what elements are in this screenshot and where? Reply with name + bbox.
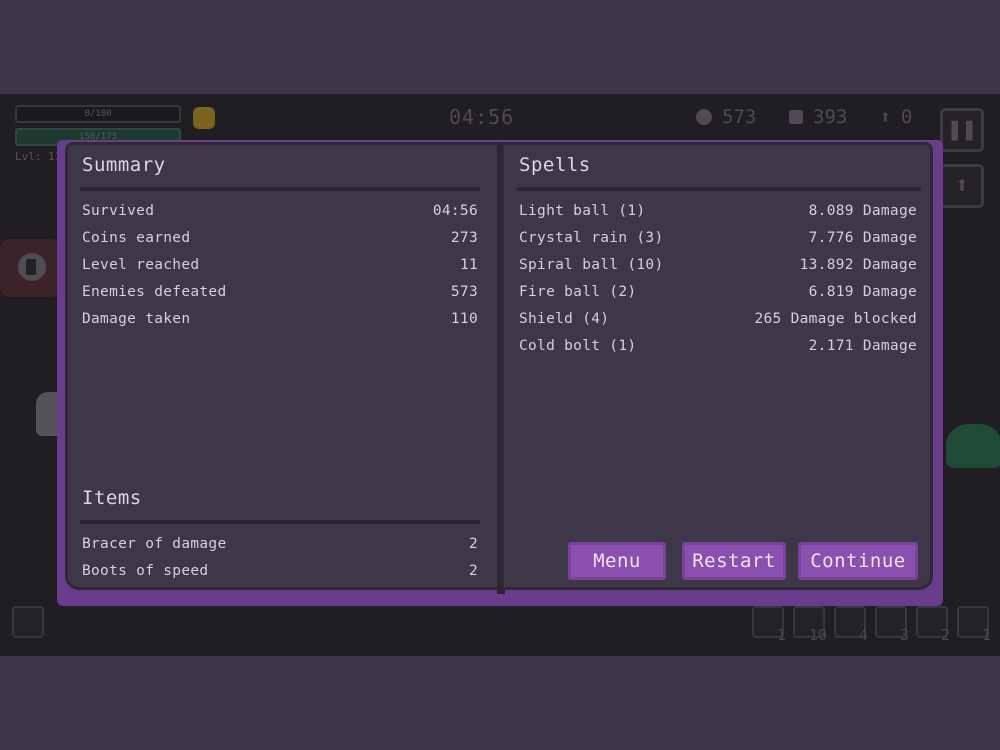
stat-value: 11	[459, 257, 478, 273]
spell-row: Cold bolt (1) 2.171 Damage	[519, 338, 917, 354]
gem-icon	[789, 110, 803, 124]
spell-damage: 7.776 Damage	[808, 230, 917, 246]
spell-slot-1: 1	[752, 606, 786, 644]
pause-button[interactable]: ❚❚	[940, 108, 984, 152]
spell-name: Crystal rain (3)	[519, 230, 664, 246]
spell-name: Shield (4)	[519, 311, 610, 327]
health-bar: 0/100	[15, 105, 181, 123]
spell-damage: 13.892 Damage	[799, 257, 917, 273]
gems-value: 393	[813, 106, 848, 128]
spells-divider	[517, 187, 921, 191]
spell-slot-level: 1	[981, 626, 991, 644]
kills-counter: 573	[696, 106, 756, 128]
item-name: Bracer of damage	[82, 536, 227, 552]
summary-row: Coins earned 273	[82, 230, 478, 246]
weapon-slot[interactable]	[12, 606, 44, 638]
spell-slot-2: 10	[793, 606, 827, 644]
stat-label: Survived	[82, 203, 155, 219]
letterbox-top	[0, 0, 1000, 94]
stat-label: Enemies defeated	[82, 284, 227, 300]
spell-slot-3: 4	[834, 606, 868, 644]
stat-label: Damage taken	[82, 311, 191, 327]
spell-damage: 8.089 Damage	[808, 203, 917, 219]
spell-row: Spiral ball (10) 13.892 Damage	[519, 257, 917, 273]
spell-slot-6: 1	[957, 606, 991, 644]
spell-name: Cold bolt (1)	[519, 338, 637, 354]
item-count: 2	[468, 563, 478, 579]
spell-name: Light ball (1)	[519, 203, 646, 219]
summary-row: Damage taken 110	[82, 311, 478, 327]
stat-value: 273	[450, 230, 478, 246]
item-count: 2	[468, 536, 478, 552]
restart-button[interactable]: Restart	[682, 542, 786, 580]
spell-name: Spiral ball (10)	[519, 257, 664, 273]
enemy-eye-sprite	[0, 239, 60, 297]
level-text: Lvl: 11	[15, 150, 62, 163]
upgrades-value: 0	[900, 106, 913, 128]
summary-row: Enemies defeated 573	[82, 284, 478, 300]
item-row: Bracer of damage 2	[82, 536, 478, 552]
stat-value: 04:56	[432, 203, 478, 219]
spell-slot-4: 3	[875, 606, 909, 644]
summary-page: Summary Survived 04:56 Coins earned 273 Le…	[65, 142, 501, 590]
letterbox-bottom	[0, 656, 1000, 750]
upgrade-button[interactable]: ⬆	[940, 164, 984, 208]
items-title: Items	[82, 487, 142, 509]
summary-title: Summary	[82, 154, 166, 176]
spells-title: Spells	[519, 154, 591, 176]
summary-divider	[80, 187, 480, 191]
item-name: Boots of speed	[82, 563, 209, 579]
spell-row: Light ball (1) 8.089 Damage	[519, 203, 917, 219]
upgrades-counter: ⬆ 0	[880, 106, 912, 128]
coin-icon	[193, 107, 215, 129]
menu-button[interactable]: Menu	[568, 542, 666, 580]
arrow-up-icon: ⬆	[880, 106, 891, 128]
spell-row: Crystal rain (3) 7.776 Damage	[519, 230, 917, 246]
stat-label: Level reached	[82, 257, 200, 273]
spell-slot-level: 1	[776, 626, 786, 644]
continue-button[interactable]: Continue	[798, 542, 918, 580]
spell-damage: 2.171 Damage	[808, 338, 917, 354]
stat-value: 110	[450, 311, 478, 327]
summary-row: Level reached 11	[82, 257, 478, 273]
gems-counter: 393	[789, 106, 847, 128]
health-text: 0/100	[84, 109, 112, 119]
item-row: Boots of speed 2	[82, 563, 478, 579]
spell-damage: 6.819 Damage	[808, 284, 917, 300]
spell-slot-level: 2	[940, 626, 950, 644]
arrow-up-icon: ⬆	[954, 171, 970, 199]
kills-value: 573	[722, 106, 757, 128]
spell-row: Fire ball (2) 6.819 Damage	[519, 284, 917, 300]
summary-row: Survived 04:56	[82, 203, 478, 219]
eye-icon	[18, 253, 46, 281]
spell-slot-5: 2	[916, 606, 950, 644]
spell-damage: 265 Damage blocked	[754, 311, 917, 327]
timer: 04:56	[449, 105, 515, 129]
stat-label: Coins earned	[82, 230, 191, 246]
spell-row: Shield (4) 265 Damage blocked	[519, 311, 917, 327]
stat-value: 573	[450, 284, 478, 300]
spells-page: Spells Light ball (1) 8.089 Damage Crysta…	[501, 142, 933, 590]
items-divider	[80, 520, 480, 524]
run-summary-dialog: Summary Survived 04:56 Coins earned 273 Le…	[57, 140, 943, 606]
spell-name: Fire ball (2)	[519, 284, 637, 300]
enemy-slime-sprite	[946, 424, 1000, 468]
skull-icon	[696, 109, 712, 125]
spell-slot-level: 4	[858, 626, 868, 644]
spell-slot-level: 10	[808, 626, 827, 644]
spell-slot-level: 3	[899, 626, 909, 644]
pause-icon: ❚❚	[947, 115, 977, 143]
